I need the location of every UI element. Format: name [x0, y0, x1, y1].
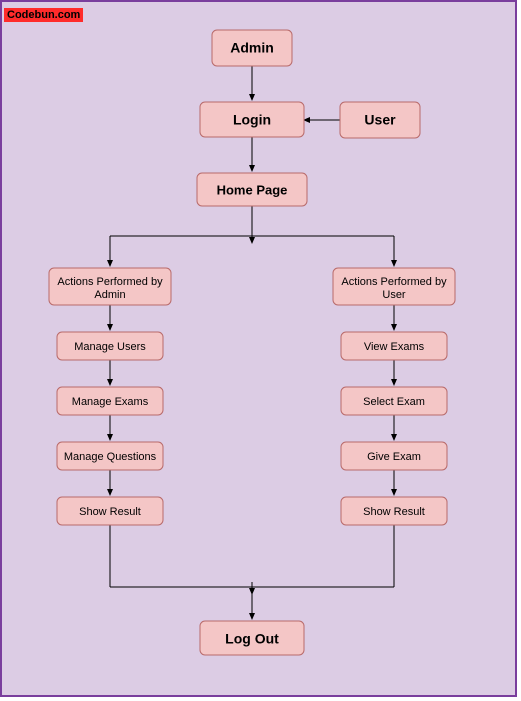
node-user: User: [340, 102, 420, 138]
diagram-svg: Admin User Login Home Page Actions Perfo…: [2, 2, 519, 699]
node-show-result-user-label: Show Result: [363, 506, 425, 518]
node-select-exam: Select Exam: [341, 387, 447, 415]
node-manage-questions-label: Manage Questions: [64, 451, 157, 463]
node-view-exams: View Exams: [341, 332, 447, 360]
node-logout: Log Out: [200, 621, 304, 655]
node-give-exam: Give Exam: [341, 442, 447, 470]
node-user-actions: Actions Performed by User: [333, 268, 455, 305]
node-user-actions-l1: Actions Performed by: [341, 276, 447, 288]
node-login-label: Login: [233, 112, 271, 128]
node-show-result-admin-label: Show Result: [79, 506, 141, 518]
node-home: Home Page: [197, 173, 307, 206]
node-view-exams-label: View Exams: [364, 341, 425, 353]
node-give-exam-label: Give Exam: [367, 451, 421, 463]
node-manage-exams-label: Manage Exams: [72, 396, 149, 408]
node-manage-users: Manage Users: [57, 332, 163, 360]
node-manage-questions: Manage Questions: [57, 442, 163, 470]
flowchart-canvas: Codebun.com: [0, 0, 517, 697]
node-admin: Admin: [212, 30, 292, 66]
node-manage-exams: Manage Exams: [57, 387, 163, 415]
node-show-result-user: Show Result: [341, 497, 447, 525]
node-manage-users-label: Manage Users: [74, 341, 146, 353]
node-admin-actions-l2: Admin: [94, 289, 125, 301]
node-home-label: Home Page: [217, 182, 288, 197]
node-logout-label: Log Out: [225, 631, 279, 647]
node-show-result-admin: Show Result: [57, 497, 163, 525]
node-admin-actions: Actions Performed by Admin: [49, 268, 171, 305]
node-select-exam-label: Select Exam: [363, 396, 425, 408]
node-admin-actions-l1: Actions Performed by: [57, 276, 163, 288]
node-admin-label: Admin: [230, 40, 274, 56]
node-user-actions-l2: User: [382, 289, 406, 301]
node-user-label: User: [364, 112, 396, 128]
node-login: Login: [200, 102, 304, 137]
